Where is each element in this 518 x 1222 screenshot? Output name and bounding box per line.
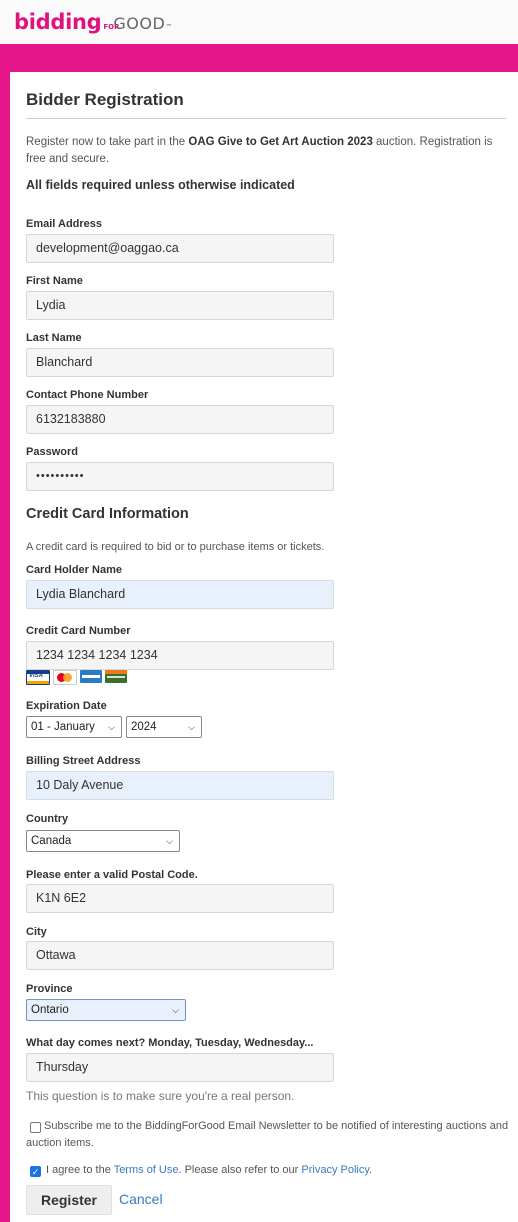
card-number-label: Credit Card Number: [26, 625, 131, 637]
chevron-down-icon: ⌵: [166, 836, 173, 846]
top-bar: bidding FOR GOOD ™: [0, 0, 518, 44]
visa-icon: VISA: [26, 670, 50, 685]
country-value: Canada: [31, 835, 72, 847]
brand-header-bar: [0, 44, 518, 72]
human-check-field[interactable]: Thursday: [26, 1053, 334, 1082]
province-label: Province: [26, 983, 73, 995]
expiration-month-value: 01 - January: [31, 721, 95, 733]
postal-code-label: Please enter a valid Postal Code.: [26, 869, 198, 881]
country-select[interactable]: Canada ⌵: [26, 830, 180, 852]
subscribe-label: Subscribe me to the BiddingForGood Email…: [26, 1120, 509, 1149]
human-check-note: This question is to make sure you're a r…: [26, 1089, 295, 1103]
intro-text: Register now to take part in the OAG Giv…: [26, 136, 493, 165]
card-holder-label: Card Holder Name: [26, 564, 122, 576]
cancel-link[interactable]: Cancel: [119, 1191, 163, 1207]
expiration-month-select[interactable]: 01 - January ⌵: [26, 716, 122, 738]
register-button[interactable]: Register: [26, 1185, 112, 1215]
amex-icon: [80, 670, 102, 683]
city-label: City: [26, 926, 47, 938]
chevron-down-icon: ⌵: [188, 722, 195, 732]
last-name-label: Last Name: [26, 332, 82, 344]
card-holder-field[interactable]: Lydia Blanchard: [26, 580, 334, 609]
password-label: Password: [26, 446, 78, 458]
agree-terms-text: I agree to the Terms of Use. Please also…: [46, 1164, 373, 1176]
street-address-field[interactable]: 10 Daly Avenue: [26, 771, 334, 800]
required-note: All fields required unless otherwise ind…: [26, 178, 295, 192]
first-name-field[interactable]: Lydia: [26, 291, 334, 320]
discover-icon: [105, 670, 127, 683]
expiration-year-value: 2024: [131, 721, 157, 733]
last-name-field[interactable]: Blanchard: [26, 348, 334, 377]
phone-field[interactable]: 6132183880: [26, 405, 334, 434]
first-name-label: First Name: [26, 275, 83, 287]
country-label: Country: [26, 813, 69, 825]
logo-text-bidding: bidding: [14, 10, 102, 34]
mastercard-icon: [53, 670, 77, 685]
city-field[interactable]: Ottawa: [26, 941, 334, 970]
chevron-down-icon: ⌵: [108, 722, 115, 732]
logo-text-good: GOOD: [113, 14, 166, 33]
expiration-year-select[interactable]: 2024 ⌵: [126, 716, 202, 738]
logo-trademark: ™: [165, 23, 173, 31]
auction-name: OAG Give to Get Art Auction 2023: [188, 136, 373, 148]
province-select[interactable]: Ontario ⌵: [26, 999, 186, 1021]
chevron-down-icon: ⌵: [172, 1005, 179, 1015]
phone-label: Contact Phone Number: [26, 389, 149, 401]
street-address-label: Billing Street Address: [26, 755, 141, 767]
card-number-field[interactable]: 1234 1234 1234 1234: [26, 641, 334, 670]
registration-form: Bidder Registration Register now to take…: [10, 72, 518, 1222]
postal-code-field[interactable]: K1N 6E2: [26, 884, 334, 913]
password-field[interactable]: ••••••••••: [26, 462, 334, 491]
human-check-label: What day comes next? Monday, Tuesday, We…: [26, 1037, 314, 1049]
expiration-label: Expiration Date: [26, 700, 107, 712]
brand-left-edge: [0, 72, 10, 1222]
page-title: Bidder Registration: [26, 90, 184, 109]
credit-card-note: A credit card is required to bid or to p…: [26, 541, 325, 553]
email-label: Email Address: [26, 218, 103, 230]
biddingforgood-logo[interactable]: bidding FOR GOOD ™: [14, 10, 172, 34]
logo-text-for: FOR: [103, 23, 120, 31]
privacy-policy-link[interactable]: Privacy Policy: [301, 1164, 369, 1176]
email-field[interactable]: development@oaggao.ca: [26, 234, 334, 263]
credit-card-heading: Credit Card Information: [26, 506, 189, 522]
province-value: Ontario: [31, 1004, 69, 1016]
agree-terms-checkbox[interactable]: ✓: [30, 1166, 41, 1177]
terms-of-use-link[interactable]: Terms of Use: [114, 1164, 179, 1176]
title-divider: [26, 118, 506, 119]
accepted-cards: VISA: [26, 670, 127, 685]
